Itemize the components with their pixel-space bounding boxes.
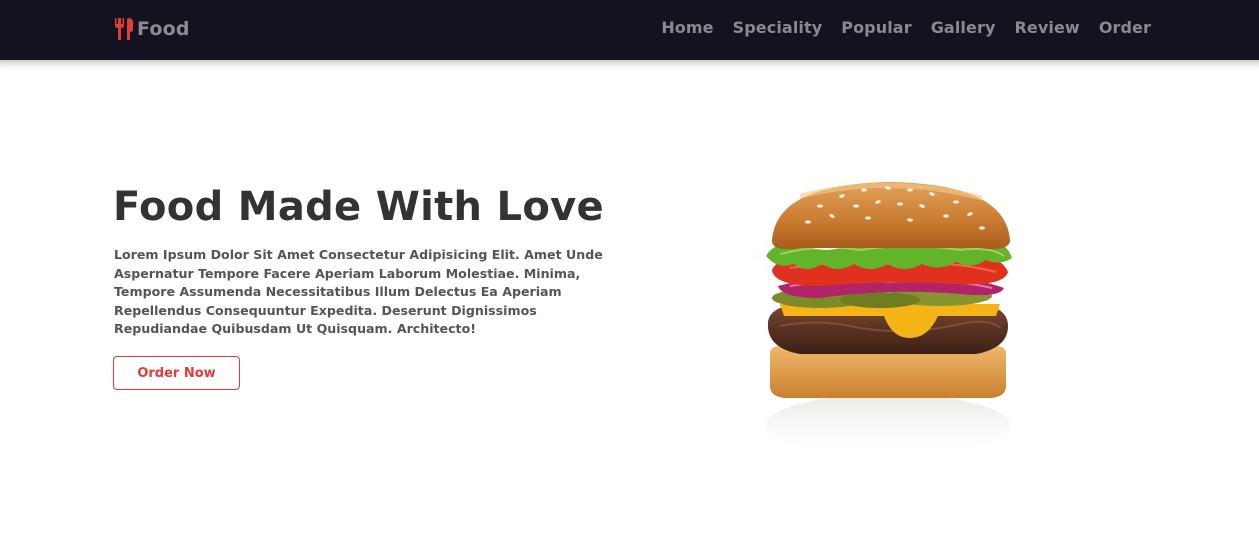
nav-link-order[interactable]: Order xyxy=(1099,18,1151,37)
hero-title: Food Made With Love xyxy=(113,184,604,230)
nav-link-gallery[interactable]: Gallery xyxy=(931,18,996,37)
nav-menu: Home Speciality Popular Gallery Review O… xyxy=(661,18,1151,37)
nav-link-home[interactable]: Home xyxy=(661,18,713,37)
burger-image xyxy=(766,182,1012,458)
navbar: Food Home Speciality Popular Gallery Rev… xyxy=(0,0,1259,60)
logo-text: Food xyxy=(137,18,190,40)
utensils-icon xyxy=(115,18,133,40)
nav-link-speciality[interactable]: Speciality xyxy=(733,18,823,37)
nav-link-review[interactable]: Review xyxy=(1014,18,1079,37)
hero-description: Lorem Ipsum Dolor Sit Amet Consectetur A… xyxy=(114,247,603,336)
nav-link-popular[interactable]: Popular xyxy=(841,18,911,37)
navbar-shadow xyxy=(0,60,1259,68)
logo-link[interactable]: Food xyxy=(113,16,190,42)
order-now-button[interactable]: Order Now xyxy=(113,356,240,390)
